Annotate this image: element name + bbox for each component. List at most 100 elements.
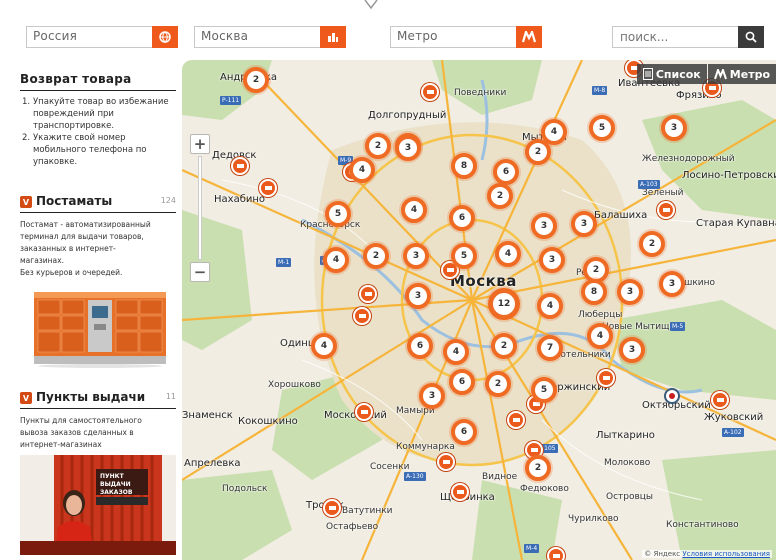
map-point-pin[interactable]	[231, 157, 249, 175]
map-label: Коммунарка	[396, 442, 455, 452]
pickup-points-description: Пункты для самостоятельного вывоза заказ…	[20, 416, 142, 449]
cluster-marker[interactable]: 7	[537, 335, 563, 361]
cluster-marker[interactable]: 3	[539, 247, 565, 273]
map-label: Хорошково	[268, 380, 321, 390]
cluster-marker[interactable]: 2	[639, 231, 665, 257]
map-point-pin[interactable]	[507, 411, 525, 429]
road-sign: M-5	[670, 322, 686, 331]
map-label: Лыткарино	[596, 430, 655, 441]
map-label: Константиново	[666, 520, 739, 530]
cluster-marker[interactable]: 2	[363, 243, 389, 269]
map-label: Зеленый	[642, 188, 684, 198]
cluster-marker[interactable]: 4	[587, 323, 613, 349]
pickup-points-title: Пункты выдачи	[36, 390, 146, 404]
cluster-marker[interactable]: 3	[419, 383, 445, 409]
postamats-title: Постаматы	[36, 194, 113, 208]
cluster-marker[interactable]: 3	[571, 211, 597, 237]
return-step: 2. Укажите свой номер мобильного телефон…	[22, 133, 147, 167]
map-point-pin[interactable]	[421, 83, 439, 101]
search-icon[interactable]	[738, 26, 764, 48]
cluster-marker[interactable]: 5	[589, 115, 615, 141]
cluster-marker[interactable]: 4	[349, 157, 375, 183]
map-label: Старая Купавна	[696, 218, 776, 229]
cluster-marker[interactable]: 4	[495, 241, 521, 267]
country-select[interactable]: Россия	[26, 26, 178, 48]
cluster-marker[interactable]: 5	[451, 243, 477, 269]
metro-icon[interactable]	[516, 26, 542, 48]
cluster-marker[interactable]: 2	[491, 333, 517, 359]
current-location-pin[interactable]	[664, 388, 680, 404]
map-label: Жуковский	[704, 412, 764, 423]
map-point-pin[interactable]	[547, 547, 565, 560]
map-background	[182, 60, 776, 560]
cluster-marker[interactable]: 8	[581, 279, 607, 305]
cluster-marker[interactable]: 5	[325, 201, 351, 227]
postamats-header[interactable]: V Постаматы 124	[20, 194, 176, 210]
map-label: Люберцы	[578, 310, 623, 320]
cluster-marker[interactable]: 3	[403, 243, 429, 269]
cluster-marker[interactable]: 12	[488, 288, 520, 320]
cluster-marker[interactable]: 2	[365, 133, 391, 159]
city-icon[interactable]	[320, 26, 346, 48]
map-label: Апрелевка	[184, 458, 241, 469]
map-attribution: © Яндекс Условия использования	[642, 550, 772, 558]
pickup-points-header[interactable]: V Пункты выдачи 11	[20, 390, 176, 406]
cluster-marker[interactable]: 2	[487, 183, 513, 209]
map-label: Ватутинки	[342, 506, 393, 516]
cluster-marker[interactable]: 3	[659, 271, 685, 297]
cluster-marker[interactable]: 4	[537, 293, 563, 319]
map-label: Молоково	[604, 458, 651, 468]
zoom-out-button[interactable]: −	[190, 262, 210, 282]
map-point-pin[interactable]	[359, 285, 377, 303]
cluster-marker[interactable]: 3	[395, 135, 421, 161]
cluster-marker[interactable]: 2	[243, 67, 269, 93]
map-point-pin[interactable]	[711, 391, 729, 409]
zoom-in-button[interactable]: +	[190, 134, 210, 154]
map-point-pin[interactable]	[657, 201, 675, 219]
filter-bar: Россия Москва Метро	[0, 0, 776, 54]
terms-link[interactable]: Условия использования	[682, 550, 770, 558]
return-step: 1. Упакуйте товар во избежание поврежден…	[22, 97, 169, 131]
cluster-marker[interactable]: 3	[531, 213, 557, 239]
map-point-pin[interactable]	[353, 307, 371, 325]
cluster-marker[interactable]: 4	[443, 339, 469, 365]
sidebar: Возврат товара 1. Упакуйте товар во избе…	[14, 60, 176, 560]
cluster-marker[interactable]: 3	[405, 283, 431, 309]
metro-select[interactable]: Метро	[390, 26, 542, 48]
search-input[interactable]	[613, 27, 737, 47]
search-box	[612, 26, 764, 48]
tab-metro[interactable]: Метро	[707, 64, 776, 84]
cluster-marker[interactable]: 5	[531, 377, 557, 403]
map-point-pin[interactable]	[323, 499, 341, 517]
tab-metro-label: Метро	[729, 67, 770, 81]
map[interactable]: Андреевка Долгопрудный Поведники Ивантее…	[182, 60, 776, 560]
cluster-marker[interactable]: 8	[451, 153, 477, 179]
cluster-marker[interactable]: 6	[449, 205, 475, 231]
metro-value: Метро	[397, 29, 438, 43]
map-point-pin[interactable]	[355, 403, 373, 421]
road-sign: A-103	[638, 180, 660, 189]
map-point-pin[interactable]	[259, 179, 277, 197]
cluster-marker[interactable]: 6	[407, 333, 433, 359]
cluster-marker[interactable]: 2	[525, 455, 551, 481]
globe-icon[interactable]	[152, 26, 178, 48]
cluster-marker[interactable]: 3	[661, 115, 687, 141]
cluster-marker[interactable]: 4	[401, 197, 427, 223]
city-select[interactable]: Москва	[194, 26, 346, 48]
map-point-pin[interactable]	[451, 483, 469, 501]
cluster-marker[interactable]: 6	[493, 159, 519, 185]
cluster-marker[interactable]: 2	[525, 139, 551, 165]
tab-list[interactable]: Список	[636, 64, 707, 84]
map-point-pin[interactable]	[437, 453, 455, 471]
cluster-marker[interactable]: 6	[451, 419, 477, 445]
map-point-pin[interactable]	[597, 369, 615, 387]
zoom-slider[interactable]	[198, 156, 202, 260]
cluster-marker[interactable]: 4	[311, 333, 337, 359]
cluster-marker[interactable]: 6	[449, 369, 475, 395]
cluster-marker[interactable]: 4	[323, 247, 349, 273]
cluster-marker[interactable]: 3	[617, 279, 643, 305]
road-sign: M-4	[524, 544, 540, 553]
postamats-description: Постамат - автоматизированный терминал д…	[20, 220, 151, 277]
cluster-marker[interactable]: 3	[619, 337, 645, 363]
cluster-marker[interactable]: 2	[485, 371, 511, 397]
